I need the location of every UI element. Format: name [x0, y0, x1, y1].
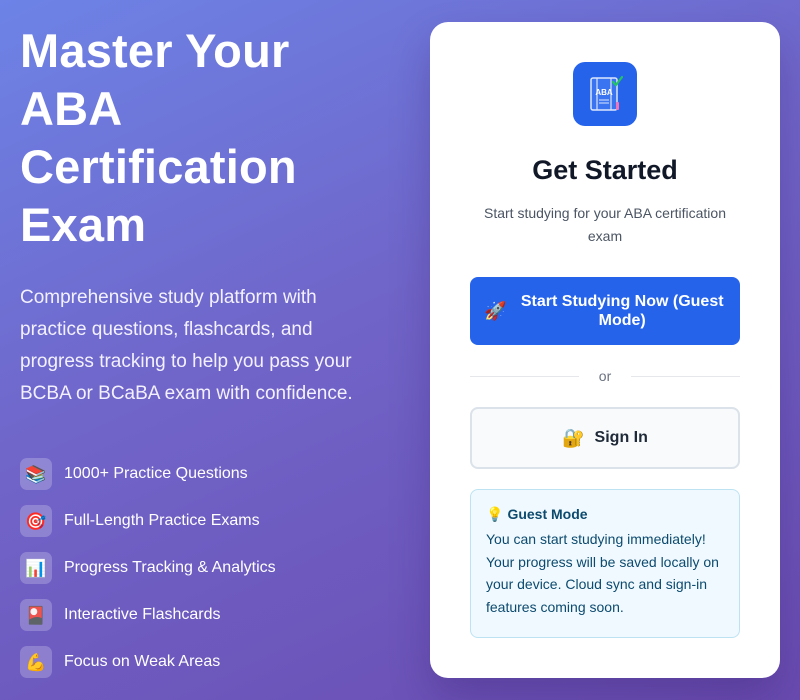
guest-mode-body: You can start studying immediately! Your… [486, 531, 719, 615]
guest-mode-title: Guest Mode [507, 506, 588, 522]
feature-item: 🎯 Full-Length Practice Exams [20, 505, 276, 537]
notebook-icon: ABA [590, 75, 624, 111]
feature-label: 1000+ Practice Questions [64, 465, 248, 482]
app-logo-icon: ABA [573, 62, 637, 126]
hero-section: Master Your ABA Certification Exam Compr… [20, 22, 400, 410]
feature-label: Full-Length Practice Exams [64, 512, 260, 529]
feature-label: Focus on Weak Areas [64, 653, 221, 670]
feature-list: 📚 1000+ Practice Questions 🎯 Full-Length… [20, 458, 276, 693]
card-subtitle: Start studying for your ABA certificatio… [483, 205, 726, 244]
feature-item: 📊 Progress Tracking & Analytics [20, 552, 276, 584]
start-guest-label: Start Studying Now (Guest Mode) [520, 293, 724, 329]
feature-label: Interactive Flashcards [64, 606, 221, 623]
flexed-bicep-icon: 💪 [20, 646, 52, 678]
target-icon: 🎯 [20, 505, 52, 537]
flashcards-icon: 🎴 [20, 599, 52, 631]
hero-title: Master Your ABA Certification Exam [20, 24, 297, 251]
lock-key-icon: 🔐 [562, 428, 585, 448]
rocket-icon: 🚀 [484, 301, 507, 321]
hero-subtitle: Comprehensive study platform with practi… [20, 287, 353, 404]
guest-mode-heading: 💡 Guest Mode [486, 506, 724, 522]
feature-item: 📚 1000+ Practice Questions [20, 458, 276, 490]
or-divider: or [470, 366, 741, 386]
get-started-card: ABA Get Started Start studying for your … [430, 22, 780, 678]
feature-item: 💪 Focus on Weak Areas [20, 646, 276, 678]
logo-text: ABA [595, 88, 613, 97]
sign-in-button[interactable]: 🔐 Sign In [470, 407, 740, 469]
sign-in-label: Sign In [594, 429, 648, 446]
start-guest-button[interactable]: 🚀 Start Studying Now (Guest Mode) [470, 277, 740, 345]
bar-chart-icon: 📊 [20, 552, 52, 584]
books-icon: 📚 [20, 458, 52, 490]
divider-line [631, 375, 741, 377]
lightbulb-icon: 💡 [486, 506, 504, 522]
guest-mode-note: 💡 Guest Mode You can start studying imme… [470, 489, 740, 638]
feature-item: 🎴 Interactive Flashcards [20, 599, 276, 631]
card-title: Get Started [532, 155, 678, 185]
divider-label: or [598, 368, 612, 384]
feature-label: Progress Tracking & Analytics [64, 559, 276, 576]
divider-line [470, 375, 579, 377]
